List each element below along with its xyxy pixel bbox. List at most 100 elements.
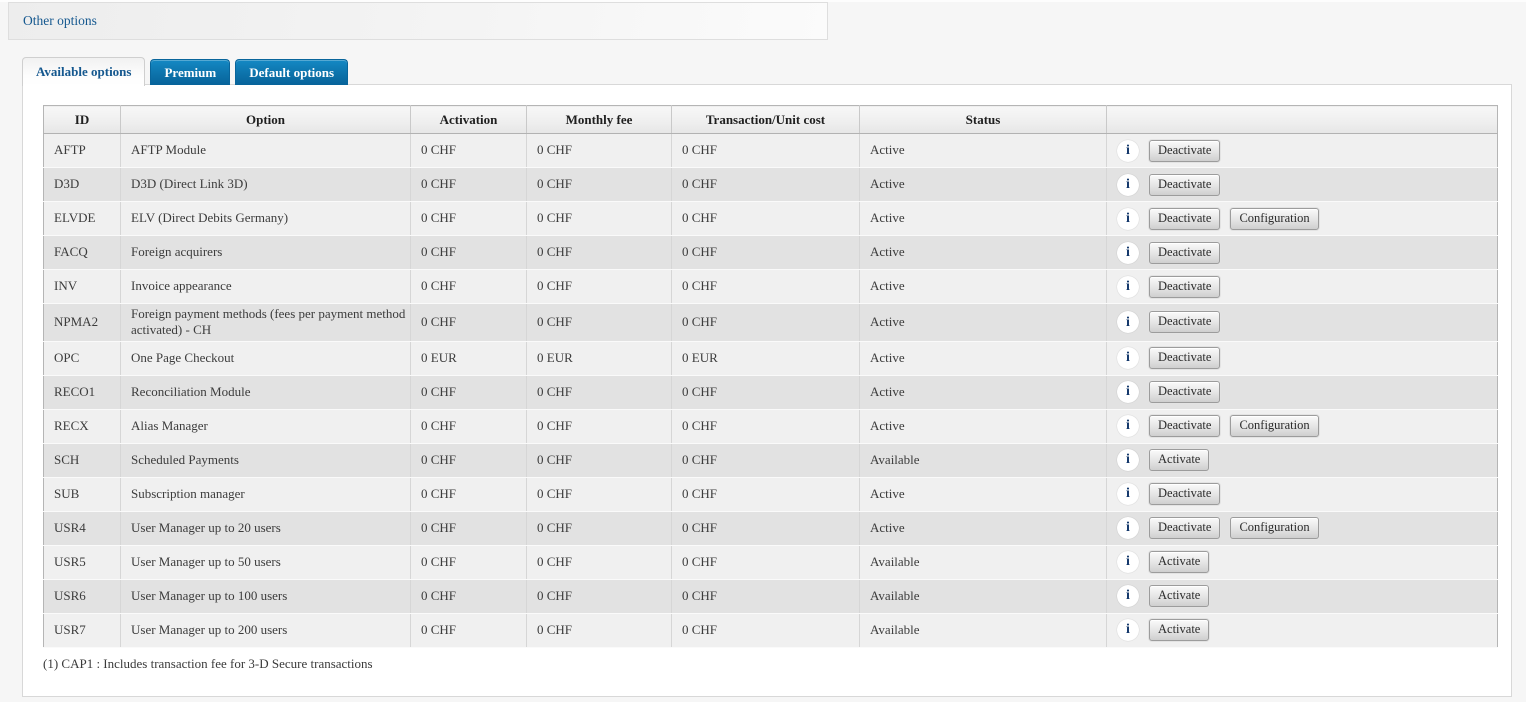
info-icon[interactable]: i — [1117, 311, 1139, 333]
info-icon[interactable]: i — [1117, 208, 1139, 230]
tab-available-options[interactable]: Available options — [22, 57, 145, 86]
cell-monthly-fee: 0 CHF — [527, 613, 672, 647]
cell-id: OPC — [44, 341, 121, 375]
actions-group: i Activate — [1117, 449, 1493, 471]
cell-monthly-fee: 0 CHF — [527, 134, 672, 168]
cell-transaction-cost: 0 CHF — [672, 477, 860, 511]
configuration-button[interactable]: Configuration — [1230, 415, 1318, 437]
actions-group: i Activate — [1117, 585, 1493, 607]
actions-group: i Deactivate — [1117, 276, 1493, 298]
configuration-button[interactable]: Configuration — [1230, 517, 1318, 539]
deactivate-button[interactable]: Deactivate — [1149, 242, 1220, 264]
table-row: NPMA2Foreign payment methods (fees per p… — [44, 304, 1498, 342]
deactivate-button[interactable]: Deactivate — [1149, 483, 1220, 505]
cell-option: Invoice appearance — [121, 270, 411, 304]
info-icon[interactable]: i — [1117, 517, 1139, 539]
info-icon[interactable]: i — [1117, 276, 1139, 298]
cell-actions: i Deactivate — [1107, 134, 1498, 168]
cell-option: User Manager up to 50 users — [121, 545, 411, 579]
cell-monthly-fee: 0 CHF — [527, 511, 672, 545]
activate-button[interactable]: Activate — [1149, 585, 1209, 607]
cell-actions: i Activate — [1107, 579, 1498, 613]
table-row: SCHScheduled Payments0 CHF0 CHF0 CHFAvai… — [44, 443, 1498, 477]
cell-id: ELVDE — [44, 202, 121, 236]
cell-transaction-cost: 0 CHF — [672, 545, 860, 579]
cell-activation: 0 CHF — [411, 477, 527, 511]
cell-status: Active — [860, 236, 1107, 270]
cell-actions: i Activate — [1107, 545, 1498, 579]
cell-transaction-cost: 0 CHF — [672, 579, 860, 613]
deactivate-button[interactable]: Deactivate — [1149, 208, 1220, 230]
cell-status: Active — [860, 477, 1107, 511]
activate-button[interactable]: Activate — [1149, 449, 1209, 471]
cell-id: USR6 — [44, 579, 121, 613]
cell-option: Alias Manager — [121, 409, 411, 443]
info-icon[interactable]: i — [1117, 449, 1139, 471]
cell-actions: i Deactivate — [1107, 304, 1498, 342]
cell-option: ELV (Direct Debits Germany) — [121, 202, 411, 236]
activate-button[interactable]: Activate — [1149, 551, 1209, 573]
cell-status: Active — [860, 202, 1107, 236]
actions-group: i Activate — [1117, 551, 1493, 573]
cell-activation: 0 EUR — [411, 341, 527, 375]
cell-activation: 0 CHF — [411, 613, 527, 647]
cell-transaction-cost: 0 CHF — [672, 613, 860, 647]
table-body: AFTPAFTP Module0 CHF0 CHF0 CHFActiveiDea… — [44, 134, 1498, 648]
deactivate-button[interactable]: Deactivate — [1149, 517, 1220, 539]
cell-id: D3D — [44, 168, 121, 202]
deactivate-button[interactable]: Deactivate — [1149, 311, 1220, 333]
actions-group: i Deactivate Configuration — [1117, 415, 1493, 437]
deactivate-button[interactable]: Deactivate — [1149, 415, 1220, 437]
cell-transaction-cost: 0 CHF — [672, 236, 860, 270]
cell-monthly-fee: 0 CHF — [527, 375, 672, 409]
cell-monthly-fee: 0 CHF — [527, 409, 672, 443]
info-icon[interactable]: i — [1117, 174, 1139, 196]
cell-activation: 0 CHF — [411, 579, 527, 613]
info-icon[interactable]: i — [1117, 619, 1139, 641]
cell-monthly-fee: 0 CHF — [527, 270, 672, 304]
info-icon[interactable]: i — [1117, 551, 1139, 573]
actions-group: i Deactivate — [1117, 174, 1493, 196]
cell-status: Active — [860, 375, 1107, 409]
cell-id: USR5 — [44, 545, 121, 579]
cell-activation: 0 CHF — [411, 375, 527, 409]
cell-status: Active — [860, 341, 1107, 375]
cell-transaction-cost: 0 CHF — [672, 409, 860, 443]
info-icon[interactable]: i — [1117, 347, 1139, 369]
info-icon[interactable]: i — [1117, 483, 1139, 505]
deactivate-button[interactable]: Deactivate — [1149, 347, 1220, 369]
cell-option: One Page Checkout — [121, 341, 411, 375]
cell-monthly-fee: 0 CHF — [527, 579, 672, 613]
info-icon[interactable]: i — [1117, 415, 1139, 437]
table-row: INVInvoice appearance0 CHF0 CHF0 CHFActi… — [44, 270, 1498, 304]
cell-status: Available — [860, 579, 1107, 613]
table-row: RECO1Reconciliation Module0 CHF0 CHF0 CH… — [44, 375, 1498, 409]
actions-group: i Deactivate — [1117, 381, 1493, 403]
cell-actions: i Deactivate Configuration — [1107, 511, 1498, 545]
tab-premium[interactable]: Premium — [150, 59, 230, 85]
cell-transaction-cost: 0 CHF — [672, 304, 860, 342]
deactivate-button[interactable]: Deactivate — [1149, 276, 1220, 298]
table-row: RECXAlias Manager0 CHF0 CHF0 CHFActiveiD… — [44, 409, 1498, 443]
info-icon[interactable]: i — [1117, 140, 1139, 162]
tab-default-options[interactable]: Default options — [235, 59, 348, 85]
deactivate-button[interactable]: Deactivate — [1149, 140, 1220, 162]
cell-actions: i Deactivate — [1107, 236, 1498, 270]
cell-transaction-cost: 0 EUR — [672, 341, 860, 375]
cell-id: NPMA2 — [44, 304, 121, 342]
deactivate-button[interactable]: Deactivate — [1149, 174, 1220, 196]
table-row: USR7User Manager up to 200 users0 CHF0 C… — [44, 613, 1498, 647]
column-header: Monthly fee — [527, 106, 672, 134]
table-row: SUBSubscription manager0 CHF0 CHF0 CHFAc… — [44, 477, 1498, 511]
cell-actions: i Deactivate — [1107, 477, 1498, 511]
info-icon[interactable]: i — [1117, 381, 1139, 403]
options-table: IDOptionActivationMonthly feeTransaction… — [43, 105, 1498, 648]
cell-transaction-cost: 0 CHF — [672, 511, 860, 545]
configuration-button[interactable]: Configuration — [1230, 208, 1318, 230]
deactivate-button[interactable]: Deactivate — [1149, 381, 1220, 403]
activate-button[interactable]: Activate — [1149, 619, 1209, 641]
cell-option: Subscription manager — [121, 477, 411, 511]
info-icon[interactable]: i — [1117, 242, 1139, 264]
cell-status: Active — [860, 270, 1107, 304]
info-icon[interactable]: i — [1117, 585, 1139, 607]
